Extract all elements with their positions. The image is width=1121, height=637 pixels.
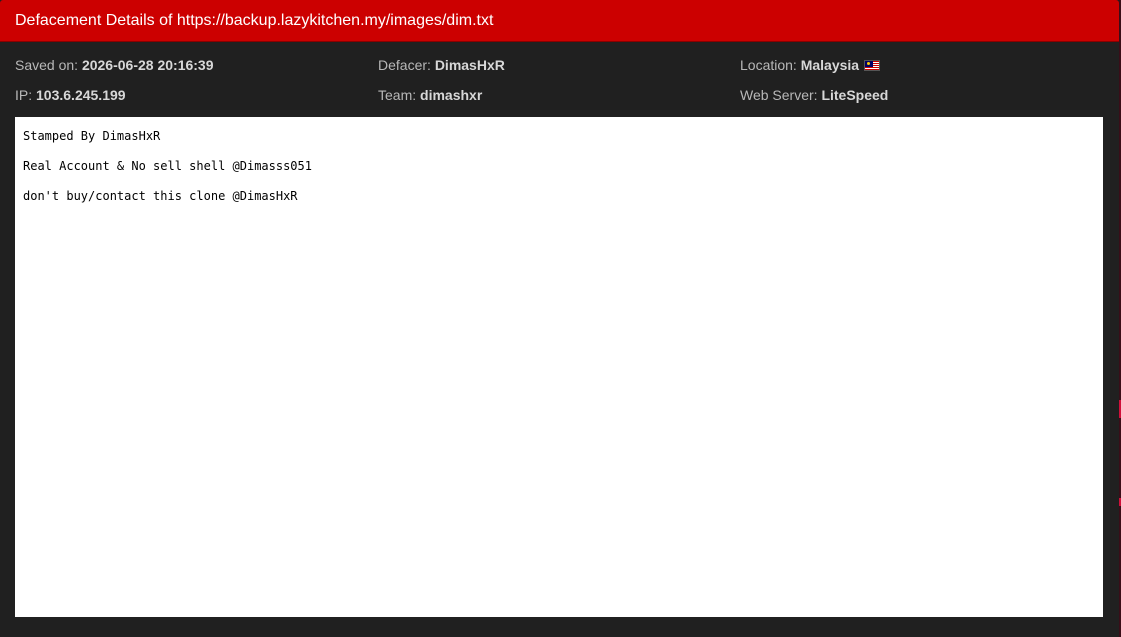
malaysia-flag-icon bbox=[864, 60, 881, 71]
ip-label: IP: bbox=[15, 87, 33, 103]
team-field: Team: dimashxr bbox=[378, 86, 482, 104]
ip-value: 103.6.245.199 bbox=[36, 87, 126, 103]
location-label: Location: bbox=[740, 57, 797, 73]
saved-on-value: 2026-06-28 20:16:39 bbox=[81, 57, 214, 73]
defacer-label: Defacer: bbox=[378, 57, 431, 73]
mirror-text-line: Stamped By DimasHxR bbox=[23, 129, 161, 143]
defacement-details-panel: Defacement Details of https://backup.laz… bbox=[0, 0, 1119, 637]
saved-on-label: Saved on: bbox=[15, 57, 79, 73]
ip-field: IP: 103.6.245.199 bbox=[15, 86, 126, 104]
panel-header: Defacement Details of https://backup.laz… bbox=[0, 0, 1119, 42]
web-server-value: LiteSpeed bbox=[821, 87, 889, 103]
defacer-value[interactable]: DimasHxR bbox=[435, 57, 505, 73]
web-server-label: Web Server: bbox=[740, 87, 818, 103]
team-label: Team: bbox=[378, 87, 417, 103]
location-value: Malaysia bbox=[800, 57, 860, 73]
location-field: Location: Malaysia bbox=[740, 56, 881, 74]
defacer-field: Defacer: DimasHxR bbox=[378, 56, 505, 74]
page-title: Defacement Details of https://backup.laz… bbox=[15, 12, 494, 29]
mirror-text-line: Real Account & No sell shell @Dimasss051 bbox=[23, 159, 312, 173]
web-server-field: Web Server: LiteSpeed bbox=[740, 86, 888, 104]
mirror-text-line: don't buy/contact this clone @DimasHxR bbox=[23, 189, 298, 203]
saved-on-field: Saved on: 2026-06-28 20:16:39 bbox=[15, 56, 214, 74]
team-value[interactable]: dimashxr bbox=[420, 87, 482, 103]
mirror-content-frame[interactable]: Stamped By DimasHxR Real Account & No se… bbox=[15, 117, 1103, 617]
